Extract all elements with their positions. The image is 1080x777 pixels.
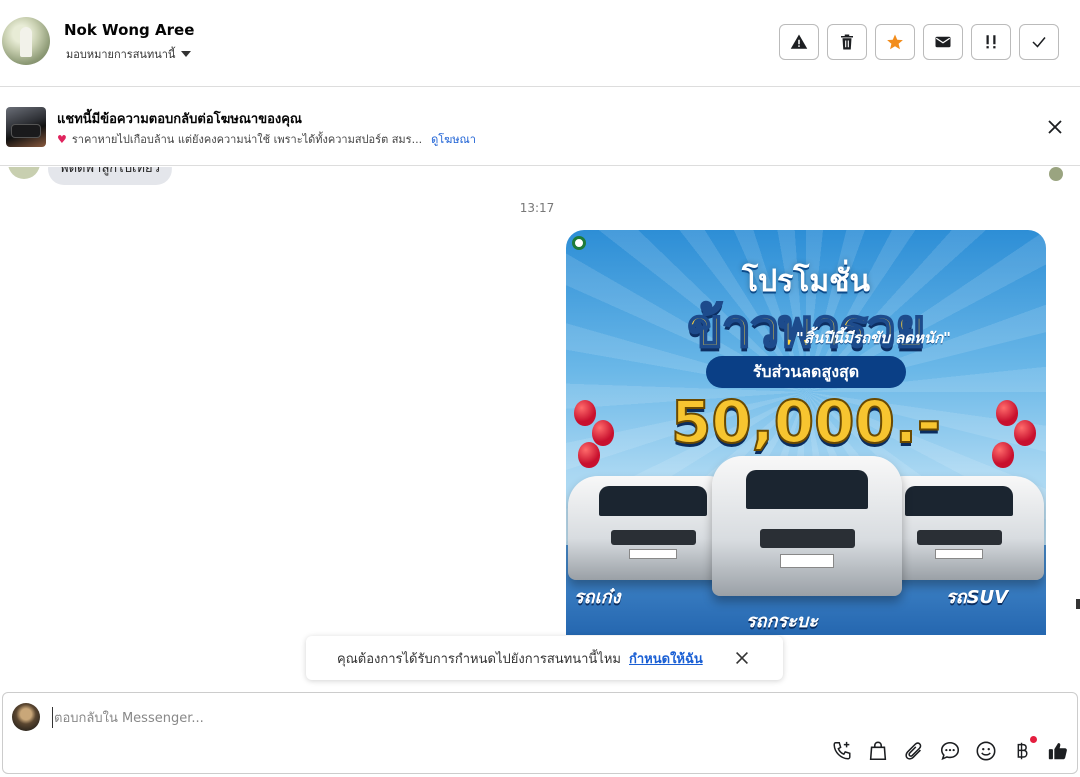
pickup-label: รถกระบะ: [746, 611, 818, 632]
discount-label: รับส่วนลดสูงสุด: [706, 356, 906, 388]
sedan-label: รถเก๋ง: [574, 587, 621, 608]
promo-tagline: "สิ้นปีนี้มีรถขับ ลดหนัก": [796, 329, 951, 347]
contact-avatar[interactable]: [2, 17, 50, 65]
view-ad-link[interactable]: ดูโฆษณา: [431, 130, 476, 148]
thumbs-up-icon: [1048, 743, 1067, 760]
payment-button[interactable]: [1011, 736, 1037, 762]
mark-unread-button[interactable]: [923, 24, 963, 60]
read-receipt-avatar: [1049, 167, 1063, 181]
caret-down-icon: [181, 51, 192, 57]
baht-icon: [1017, 742, 1028, 760]
shop-button[interactable]: [867, 740, 889, 762]
balloon-graphic: [574, 400, 596, 426]
call-button[interactable]: [831, 740, 853, 762]
composer-toolbar: [831, 736, 1069, 762]
report-spam-button[interactable]: [779, 24, 819, 60]
paperclip-icon: [905, 742, 922, 760]
header-actions: [779, 24, 1059, 60]
emoji-button[interactable]: [975, 740, 997, 762]
follow-up-button[interactable]: [971, 24, 1011, 60]
ad-reply-title: แชทนี้มีข้อความตอบกลับต่อโฆษณาของคุณ: [57, 112, 302, 127]
message-thread[interactable]: พี่ตัดพาลูกไปเที่ยว 13:17 โปรโมชั่น ข้าว…: [0, 167, 1080, 687]
dealer-logo: [572, 236, 586, 250]
message-composer: ตอบกลับใน Messenger...: [2, 692, 1078, 774]
balloon-graphic: [992, 442, 1014, 468]
warning-icon: [790, 34, 808, 49]
close-icon[interactable]: [1045, 117, 1065, 137]
outgoing-image-message[interactable]: โปรโมชั่น ข้าวพารวย "สิ้นปีนี้มีรถขับ ลด…: [566, 230, 1046, 635]
balloon-graphic: [1014, 420, 1036, 446]
star-icon: [887, 34, 903, 50]
attach-button[interactable]: [903, 740, 925, 762]
assign-prompt-toast: คุณต้องการได้รับการกำหนดไปยังการสนทนานี้…: [306, 636, 783, 680]
saved-replies-button[interactable]: [939, 740, 961, 762]
ad-reply-banner: แชทนี้มีข้อความตอบกลับต่อโฆษณาของคุณ ♥ ร…: [0, 88, 1080, 166]
suv-label: รถSUV: [946, 587, 1009, 608]
assign-prompt-text: คุณต้องการได้รับการกำหนดไปยังการสนทนานี้…: [337, 651, 621, 667]
exclamation-icon: [986, 35, 996, 49]
star-button[interactable]: [875, 24, 915, 60]
ad-thumbnail[interactable]: [6, 107, 46, 147]
assign-conversation-dropdown[interactable]: มอบหมายการสนทนานี้: [66, 45, 192, 63]
incoming-message[interactable]: พี่ตัดพาลูกไปเที่ยว: [48, 167, 172, 185]
assign-to-me-link[interactable]: กำหนดให้ฉัน: [629, 648, 703, 669]
shopping-bag-icon: [869, 741, 887, 761]
balloon-graphic: [578, 442, 600, 468]
ad-reply-details: ♥ ราคาหายไปเกือบล้าน แต่ยังคงความน่าใช้ …: [57, 130, 476, 148]
discount-amount: 50,000.-: [670, 387, 942, 457]
notification-dot: [1030, 736, 1037, 743]
sender-avatar: [8, 167, 40, 179]
like-button[interactable]: [1047, 740, 1069, 762]
contact-name[interactable]: Nok Wong Aree: [64, 21, 194, 39]
mark-done-button[interactable]: [1019, 24, 1059, 60]
pickup-truck-graphic: [712, 456, 902, 596]
scrollbar[interactable]: [1076, 599, 1080, 609]
ad-snippet: ราคาหายไปเกือบล้าน แต่ยังคงความน่าใช้ เพ…: [71, 133, 423, 146]
chat-bubble-icon: [940, 741, 960, 761]
balloon-graphic: [996, 400, 1018, 426]
heart-icon: ♥: [57, 132, 67, 146]
close-icon[interactable]: [733, 649, 751, 667]
trash-icon: [841, 34, 853, 50]
message-timestamp: 13:17: [519, 201, 555, 215]
smiley-icon: [976, 741, 996, 761]
checkmark-icon: [1032, 37, 1046, 48]
conversation-header: Nok Wong Aree มอบหมายการสนทนานี้: [0, 0, 1080, 87]
envelope-icon: [935, 36, 951, 48]
phone-plus-icon: [833, 741, 851, 760]
assign-conversation-label: มอบหมายการสนทนานี้: [66, 48, 176, 61]
delete-button[interactable]: [827, 24, 867, 60]
page-avatar: [12, 703, 40, 731]
reply-input[interactable]: ตอบกลับใน Messenger...: [52, 707, 204, 728]
balloon-graphic: [592, 420, 614, 446]
